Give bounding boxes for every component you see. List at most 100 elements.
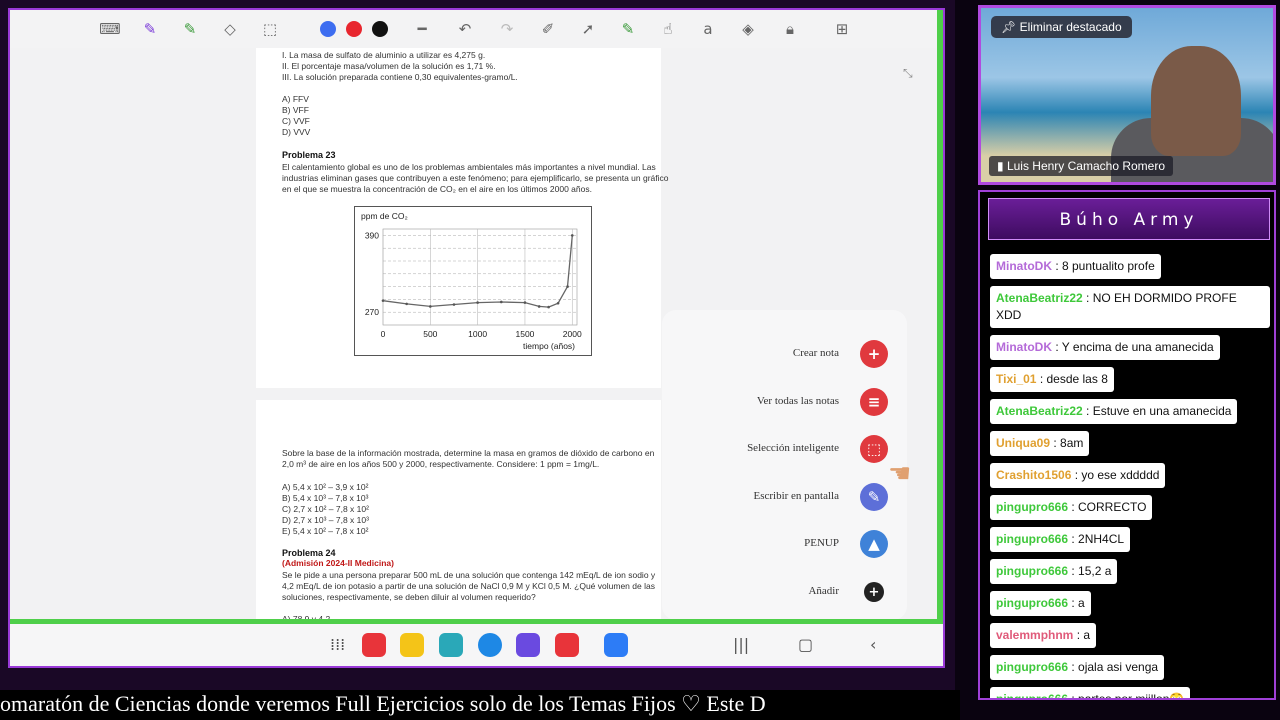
co2-data-point <box>537 305 541 308</box>
menu-item-smart-select[interactable]: Selección inteligente ⬚ <box>662 429 907 469</box>
chat-text: : 2NH4CL <box>1068 532 1125 546</box>
lock-icon[interactable]: 🔒︎ <box>780 19 800 39</box>
chat-username[interactable]: MinatoDK <box>996 340 1052 354</box>
eraser-icon[interactable]: ◇ <box>220 19 240 39</box>
doc-line: en el que se muestra la concentración de… <box>282 184 592 194</box>
hand-pointer-icon: ☚ <box>888 458 912 488</box>
chat-message: MinatoDK : 8 puntualito profe <box>990 254 1272 286</box>
doc-line: 2,0 m³ de aire en los años 500 y 2000, r… <box>282 459 600 469</box>
option-line: C) 2,7 x 10² – 7,8 x 10² <box>282 504 369 514</box>
grid-menu-icon[interactable]: ⊞ <box>832 19 852 39</box>
chat-username[interactable]: pingupro666 <box>996 596 1068 610</box>
chat-text: : desde las 8 <box>1036 372 1108 386</box>
chat-username[interactable]: pingupro666 <box>996 564 1068 578</box>
chat-bubble: pingupro666 : ojala asi venga <box>990 655 1165 680</box>
co2-data-point <box>570 234 574 237</box>
co2-data-point <box>381 299 385 302</box>
plus-icon: + <box>864 582 884 602</box>
chat-messages: MinatoDK : 8 puntualito profe AtenaBeatri… <box>990 254 1272 698</box>
option-line: C) VVF <box>282 116 310 126</box>
menu-item-screen-write[interactable]: Escribir en pantalla ✎ <box>662 477 907 517</box>
hand-icon[interactable]: ☝ <box>658 19 678 39</box>
x-tick-label: 0 <box>381 329 386 339</box>
shape-icon[interactable]: ◈ <box>738 19 758 39</box>
menu-item-create-note[interactable]: Crear nota + <box>662 334 907 374</box>
color-red-swatch[interactable] <box>346 21 362 37</box>
chat-bubble: AtenaBeatriz22 : NO EH DORMIDO PROFE XDD <box>990 286 1270 328</box>
chat-text: : a <box>1068 596 1085 610</box>
pen-settings-icon[interactable]: ✐ <box>538 19 558 39</box>
chat-bubble: MinatoDK : Y encima de una amanecida <box>990 335 1220 360</box>
app-camera-icon[interactable] <box>555 633 579 657</box>
stroke-width-icon[interactable]: ━ <box>412 19 432 39</box>
chat-username[interactable]: pingupro666 <box>996 660 1068 674</box>
chat-bubble: pingupro666 : 2NH4CL <box>990 527 1131 552</box>
chat-username[interactable]: Crashito1506 <box>996 468 1071 482</box>
back-icon[interactable]: ‹ <box>870 635 876 654</box>
menu-item-add[interactable]: Añadir + <box>662 572 907 612</box>
co2-data-point <box>476 301 479 304</box>
app-pdf-icon[interactable] <box>362 633 386 657</box>
co2-data-point <box>556 301 560 305</box>
app-zoom-icon[interactable] <box>604 633 628 657</box>
app-calendar-icon[interactable] <box>439 633 463 657</box>
color-blue-swatch[interactable] <box>320 21 336 37</box>
menu-item-view-notes[interactable]: Ver todas las notas ≡ <box>662 382 907 422</box>
pointer-icon[interactable]: ➚ <box>578 19 598 39</box>
chat-username[interactable]: AtenaBeatriz22 <box>996 404 1083 418</box>
chat-username[interactable]: Uniqua09 <box>996 436 1050 450</box>
android-navbar: ⁞⁞⁞ ||| ▢ ‹ <box>10 624 943 666</box>
recents-icon[interactable]: ||| <box>733 635 749 654</box>
tablet-frame: ⌨ ✎ ✎ ◇ ⬚ ━ ↶ ↷ ✐ ➚ ✎ ☝ a ◈ 🔒︎ ⊞ I. La m… <box>8 8 945 668</box>
chat-message: pingupro666 : 15,2 a <box>990 559 1272 591</box>
chat-bubble: Tixi_01 : desde las 8 <box>990 367 1114 392</box>
app-messages-icon[interactable] <box>478 633 502 657</box>
remove-highlight-button[interactable]: 📌︎ Eliminar destacado <box>991 16 1132 38</box>
x-tick-label: 2000 <box>563 329 582 339</box>
apps-grid-icon[interactable]: ⁞⁞⁞ <box>330 635 345 654</box>
chat-username[interactable]: pingupro666 <box>996 500 1068 514</box>
chat-panel: Búho Army MinatoDK : 8 puntualito profe A… <box>978 190 1276 700</box>
chat-username[interactable]: AtenaBeatriz22 <box>996 291 1083 305</box>
plot-area <box>382 228 578 326</box>
doc-line: Sobre la base de la información mostrada… <box>282 448 655 458</box>
co2-data-point <box>566 285 569 288</box>
home-icon[interactable]: ▢ <box>798 635 813 654</box>
pen-icon[interactable]: ✎ <box>140 19 160 39</box>
chat-bubble: pingupro666 : a <box>990 591 1091 616</box>
chat-bubble: pingupro666 : 15,2 a <box>990 559 1118 584</box>
collapse-icon[interactable]: ⤡ <box>903 66 913 81</box>
marker-icon[interactable]: ✎ <box>618 19 638 39</box>
option-line: D) 2,7 x 10³ – 7,8 x 10³ <box>282 515 369 525</box>
menu-item-penup[interactable]: PENUP ▲ <box>662 524 907 564</box>
chat-username[interactable]: MinatoDK <box>996 259 1052 273</box>
chat-text: : 8 puntualito profe <box>1052 259 1155 273</box>
option-line: A) FFV <box>282 94 309 104</box>
chat-username[interactable]: pingupro666 <box>996 692 1068 698</box>
keyboard-icon[interactable]: ⌨ <box>99 19 121 39</box>
chat-username[interactable]: Tixi_01 <box>996 372 1036 386</box>
menu-item-label: Selección inteligente <box>747 442 839 454</box>
chat-bubble: AtenaBeatriz22 : Estuve en una amanecida <box>990 399 1238 424</box>
co2-data-point <box>499 300 503 304</box>
undo-icon[interactable]: ↶ <box>455 19 475 39</box>
webcam-view: 📌︎ Eliminar destacado ▮ Luis Henry Camac… <box>978 5 1276 185</box>
app-notes-icon[interactable] <box>400 633 424 657</box>
chat-username[interactable]: valemmphnm <box>996 628 1073 642</box>
menu-item-label: Escribir en pantalla <box>753 490 839 502</box>
text-icon[interactable]: a <box>698 19 718 39</box>
redo-icon[interactable]: ↷ <box>497 19 517 39</box>
doc-line: I. La masa de sulfato de aluminio a util… <box>282 50 486 60</box>
color-black-swatch[interactable] <box>372 21 388 37</box>
chat-message: pingupro666 : partes por miillon😳 <box>990 687 1272 698</box>
lasso-select-icon[interactable]: ⬚ <box>260 19 280 39</box>
problem-23-title: Problema 23 <box>282 150 336 160</box>
tablet-screen-share: ⌨ ✎ ✎ ◇ ⬚ ━ ↶ ↷ ✐ ➚ ✎ ☝ a ◈ 🔒︎ ⊞ I. La m… <box>0 0 955 690</box>
app-pen-icon[interactable] <box>516 633 540 657</box>
green-border-right <box>937 10 943 666</box>
co2-data-point <box>452 303 456 306</box>
option-line: A) 5,4 x 10² – 3,9 x 10² <box>282 482 369 492</box>
doc-line: El calentamiento global es uno de los pr… <box>282 162 656 172</box>
chat-username[interactable]: pingupro666 <box>996 532 1068 546</box>
highlighter-icon[interactable]: ✎ <box>180 19 200 39</box>
